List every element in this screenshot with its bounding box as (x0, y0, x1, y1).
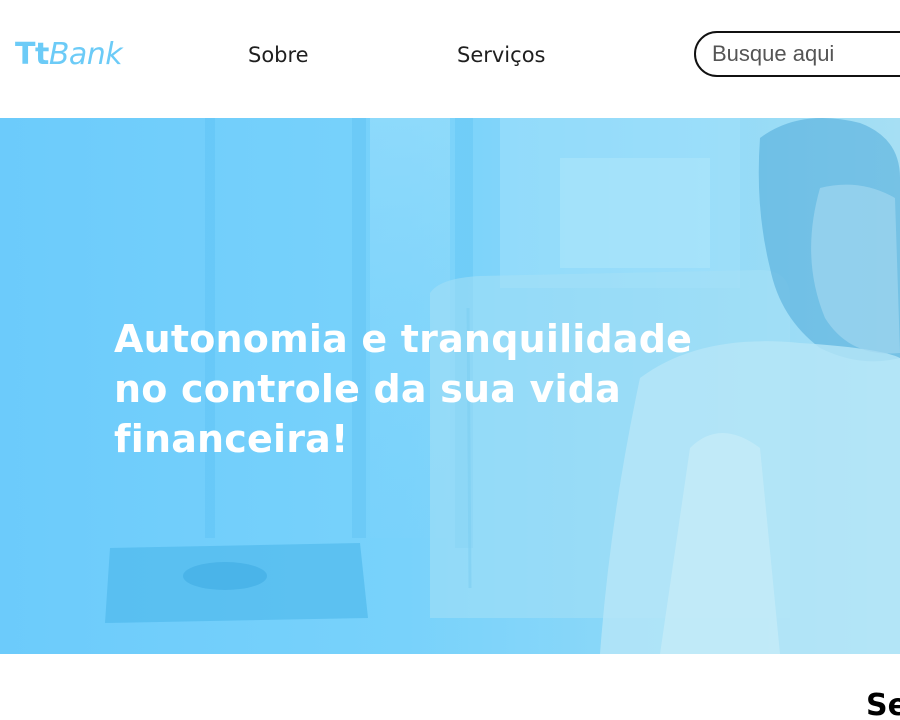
logo-text-primary: Tt (15, 37, 49, 72)
hero-title: Autonomia e tranquilidade no controle da… (114, 317, 693, 461)
search-box[interactable] (694, 31, 900, 77)
site-header: TtBank Sobre Serviços (0, 0, 900, 118)
nav-link-sobre[interactable]: Sobre (248, 41, 309, 69)
section-heading: Se (866, 688, 900, 720)
logo-text-secondary: Bank (48, 37, 123, 72)
search-input[interactable] (712, 40, 900, 68)
ttbank-logo[interactable]: TtBank (15, 37, 123, 73)
hero-banner: Autonomia e tranquilidade no controle da… (0, 118, 900, 654)
nav-link-servicos[interactable]: Serviços (457, 41, 545, 69)
